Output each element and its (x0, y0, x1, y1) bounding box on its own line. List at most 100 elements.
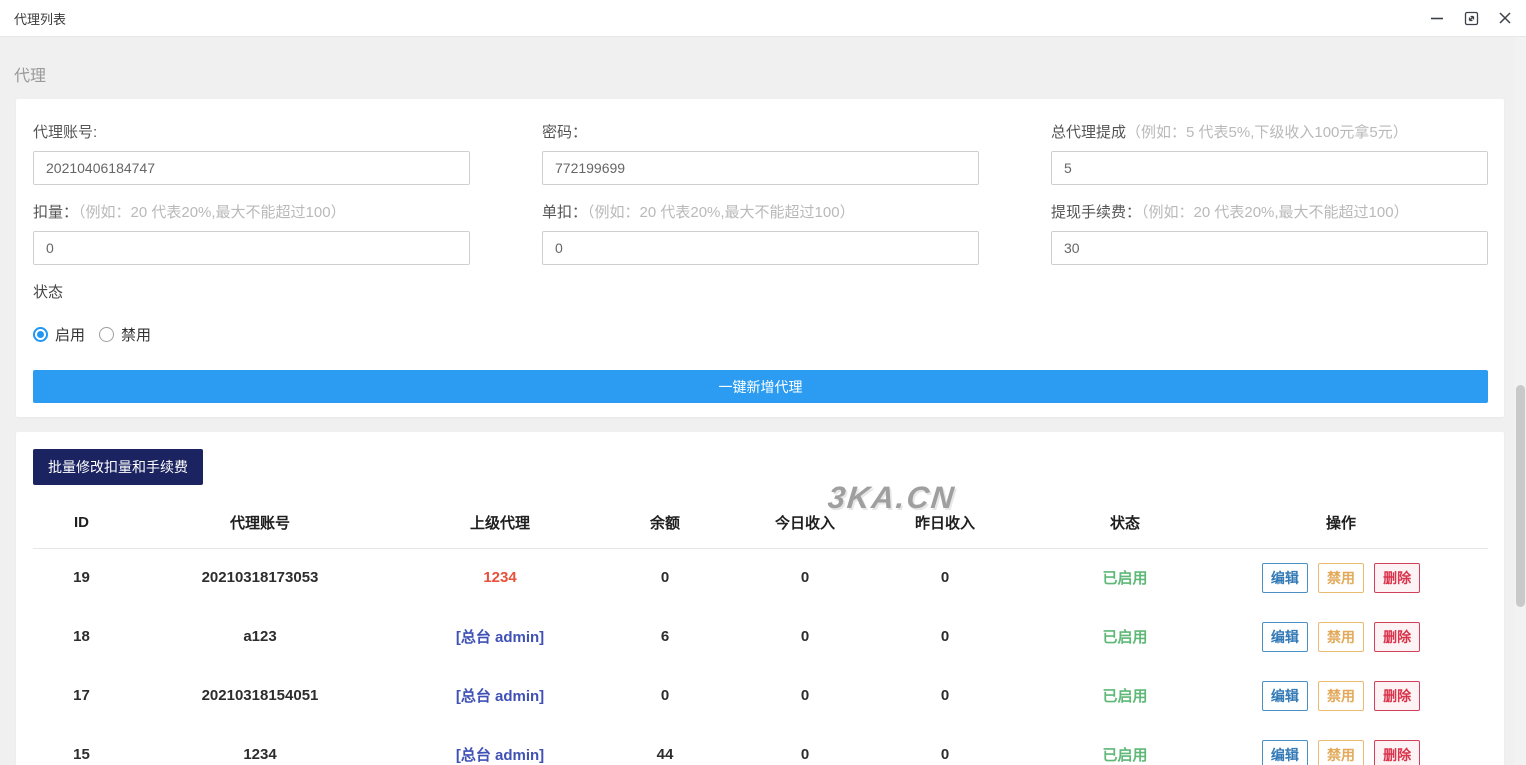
cell-yesterday-income: 0 (890, 666, 1000, 725)
withdraw-fee-input[interactable] (1051, 231, 1488, 265)
table-row: 18 a123 [总台 admin] 6 0 0 已启用 编辑 禁用 删除 (33, 607, 1488, 666)
disable-button[interactable]: 禁用 (1318, 681, 1364, 711)
cell-id: 19 (33, 548, 130, 607)
field-agent-account: 代理账号: (33, 119, 470, 185)
cell-operations: 编辑 禁用 删除 (1250, 725, 1488, 765)
table-row: 15 1234 [总台 admin] 44 0 0 已启用 编辑 禁用 删除 (33, 725, 1488, 765)
cell-parent: [总台 admin] (390, 725, 610, 765)
radio-disabled-label[interactable]: 禁用 (121, 324, 151, 345)
header-id: ID (33, 498, 130, 548)
field-deduction: 扣量：（例如：20 代表20%,最大不能超过100） (33, 199, 470, 265)
delete-button[interactable]: 删除 (1374, 622, 1420, 652)
delete-button[interactable]: 删除 (1374, 740, 1420, 765)
add-agent-button[interactable]: 一键新增代理 (33, 370, 1488, 403)
close-icon[interactable] (1496, 9, 1514, 27)
header-account: 代理账号 (130, 498, 390, 548)
delete-button[interactable]: 删除 (1374, 681, 1420, 711)
status-badge: 已启用 (1102, 570, 1147, 587)
batch-edit-button[interactable]: 批量修改扣量和手续费 (33, 449, 203, 485)
cell-account: 20210318173053 (130, 548, 390, 607)
disable-button[interactable]: 禁用 (1318, 622, 1364, 652)
table-row: 19 20210318173053 1234 0 0 0 已启用 编辑 禁用 删… (33, 548, 1488, 607)
field-single-deduction: 单扣：（例如：20 代表20%,最大不能超过100） (542, 199, 979, 265)
edit-button[interactable]: 编辑 (1262, 681, 1308, 711)
withdraw-fee-hint: （例如：20 代表20%,最大不能超过100） (1141, 204, 1409, 221)
cell-status: 已启用 (1000, 548, 1250, 607)
agent-table: ID 代理账号 上级代理 余额 今日收入 昨日收入 状态 操作 19 20210… (33, 498, 1488, 765)
agent-form-grid: 代理账号: 密码： 总代理提成（例如：5 代表5%,下级收入100元拿5元） 扣… (33, 119, 1487, 265)
status-label: 状态 (33, 281, 1487, 302)
window-titlebar: 代理列表 (0, 0, 1526, 37)
field-commission: 总代理提成（例如：5 代表5%,下级收入100元拿5元） (1051, 119, 1488, 185)
cell-id: 17 (33, 666, 130, 725)
header-today-income: 今日收入 (720, 498, 890, 548)
cell-parent: [总台 admin] (390, 666, 610, 725)
maximize-icon[interactable] (1462, 9, 1480, 27)
cell-parent: 1234 (390, 548, 610, 607)
agent-table-body: 19 20210318173053 1234 0 0 0 已启用 编辑 禁用 删… (33, 548, 1488, 765)
cell-today-income: 0 (720, 725, 890, 765)
cell-today-income: 0 (720, 548, 890, 607)
header-operations: 操作 (1250, 498, 1488, 548)
commission-hint: （例如：5 代表5%,下级收入100元拿5元） (1126, 124, 1408, 141)
status-badge: 已启用 (1102, 629, 1147, 646)
header-balance: 余额 (610, 498, 720, 548)
deduction-hint: （例如：20 代表20%,最大不能超过100） (78, 204, 346, 221)
cell-id: 15 (33, 725, 130, 765)
window-controls (1428, 9, 1514, 27)
commission-label: 总代理提成 (1051, 124, 1126, 141)
parent-link[interactable]: [总台 admin] (456, 688, 544, 705)
radio-enabled-label[interactable]: 启用 (55, 324, 85, 345)
withdraw-fee-label: 提现手续费： (1051, 204, 1141, 221)
deduction-input[interactable] (33, 231, 470, 265)
disable-button[interactable]: 禁用 (1318, 740, 1364, 765)
status-badge: 已启用 (1102, 747, 1147, 764)
disable-button[interactable]: 禁用 (1318, 563, 1364, 593)
edit-button[interactable]: 编辑 (1262, 563, 1308, 593)
table-row: 17 20210318154051 [总台 admin] 0 0 0 已启用 编… (33, 666, 1488, 725)
password-input[interactable] (542, 151, 979, 185)
cell-operations: 编辑 禁用 删除 (1250, 548, 1488, 607)
cell-balance: 0 (610, 548, 720, 607)
table-header-row: ID 代理账号 上级代理 余额 今日收入 昨日收入 状态 操作 (33, 498, 1488, 548)
status-block: 状态 启用 禁用 (33, 281, 1487, 345)
single-deduction-hint: （例如：20 代表20%,最大不能超过100） (587, 204, 855, 221)
cell-operations: 编辑 禁用 删除 (1250, 666, 1488, 725)
cell-status: 已启用 (1000, 607, 1250, 666)
header-status: 状态 (1000, 498, 1250, 548)
cell-status: 已启用 (1000, 666, 1250, 725)
field-withdraw-fee: 提现手续费：（例如：20 代表20%,最大不能超过100） (1051, 199, 1488, 265)
parent-link[interactable]: [总台 admin] (456, 629, 544, 646)
single-deduction-input[interactable] (542, 231, 979, 265)
agent-account-input[interactable] (33, 151, 470, 185)
radio-enabled[interactable] (33, 327, 48, 342)
header-parent: 上级代理 (390, 498, 610, 548)
cell-account: 1234 (130, 725, 390, 765)
scrollbar-track (1514, 37, 1526, 765)
scrollbar-thumb[interactable] (1516, 385, 1525, 607)
cell-account: a123 (130, 607, 390, 666)
status-radio-group: 启用 禁用 (33, 324, 1487, 345)
cell-account: 20210318154051 (130, 666, 390, 725)
parent-link[interactable]: 1234 (483, 569, 516, 586)
cell-today-income: 0 (720, 607, 890, 666)
cell-balance: 6 (610, 607, 720, 666)
delete-button[interactable]: 删除 (1374, 563, 1420, 593)
cell-id: 18 (33, 607, 130, 666)
commission-input[interactable] (1051, 151, 1488, 185)
agent-table-card: 批量修改扣量和手续费 3KA.CN ID 代理账号 上级代理 余额 今日收入 昨… (16, 432, 1504, 765)
radio-disabled[interactable] (99, 327, 114, 342)
agent-account-label: 代理账号: (33, 124, 97, 141)
cell-operations: 编辑 禁用 删除 (1250, 607, 1488, 666)
window-title: 代理列表 (14, 9, 66, 28)
edit-button[interactable]: 编辑 (1262, 740, 1308, 765)
status-badge: 已启用 (1102, 688, 1147, 705)
deduction-label: 扣量： (33, 204, 78, 221)
parent-link[interactable]: [总台 admin] (456, 747, 544, 764)
minimize-icon[interactable] (1428, 9, 1446, 27)
cell-today-income: 0 (720, 666, 890, 725)
cell-yesterday-income: 0 (890, 548, 1000, 607)
header-yesterday-income: 昨日收入 (890, 498, 1000, 548)
edit-button[interactable]: 编辑 (1262, 622, 1308, 652)
agent-form-card: 代理账号: 密码： 总代理提成（例如：5 代表5%,下级收入100元拿5元） 扣… (16, 99, 1504, 417)
